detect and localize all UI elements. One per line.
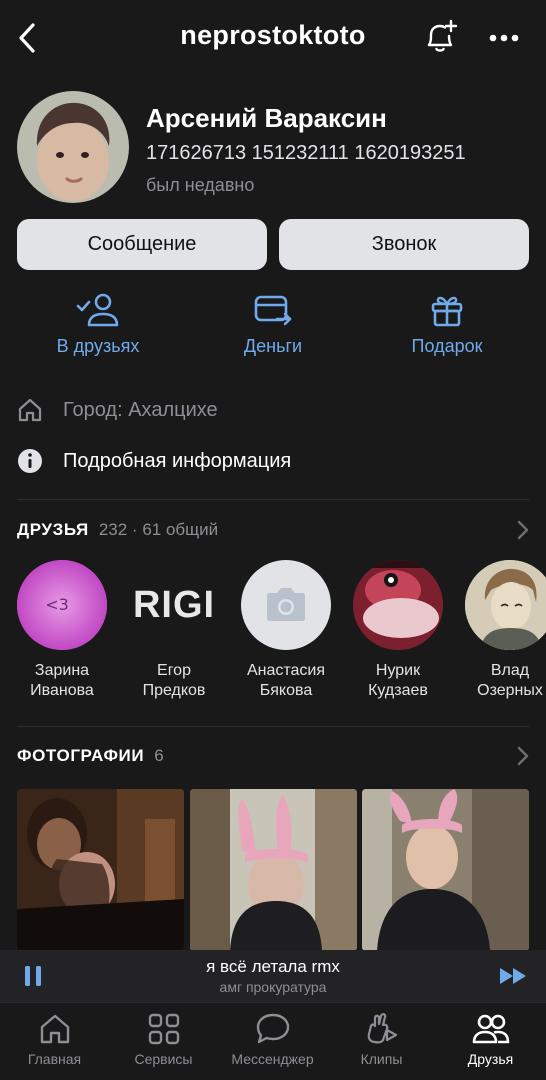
friend-item[interactable]: Влад Озерных xyxy=(454,560,546,701)
divider xyxy=(17,499,529,500)
friends-status-action[interactable]: В друзьях xyxy=(18,290,178,360)
fast-forward-icon xyxy=(500,968,526,984)
photo-thumbnail[interactable] xyxy=(190,789,357,951)
tab-messenger-label: Мессенджер xyxy=(231,1051,314,1067)
message-bubble-icon xyxy=(256,1013,289,1044)
friends-section-header[interactable]: ДРУЗЬЯ 232 · 61 общий xyxy=(17,518,529,542)
bell-plus-icon xyxy=(427,19,458,52)
friend-first-name: Нурик xyxy=(375,662,421,679)
friends-section-title: ДРУЗЬЯ xyxy=(17,520,89,539)
avatar-text: RIGI xyxy=(133,584,215,626)
friend-first-name: Зарина xyxy=(34,662,90,679)
avatar-text: <3 xyxy=(45,595,69,614)
profile-username: neprostoktoto xyxy=(180,20,366,50)
friend-avatar: RIGI xyxy=(129,560,219,650)
friend-name: Зарина Иванова xyxy=(6,661,118,701)
city-text: Город: Ахалцихе xyxy=(63,398,218,421)
friends-status-label: В друзьях xyxy=(56,336,140,356)
call-button[interactable]: Звонок xyxy=(279,219,529,270)
more-button[interactable] xyxy=(484,18,524,58)
song-title: я всё летала rmx xyxy=(206,957,340,976)
user-check-icon xyxy=(76,293,119,327)
camera-icon xyxy=(267,588,305,621)
home-icon xyxy=(18,398,42,422)
money-label: Деньги xyxy=(243,336,303,356)
photos-section-header[interactable]: ФОТОГРАФИИ 6 xyxy=(17,744,529,768)
users-icon xyxy=(472,1014,509,1044)
tab-services-label: Сервисы xyxy=(134,1051,193,1067)
city-row: Город: Ахалцихе xyxy=(17,395,218,425)
audio-player[interactable]: я всё летала rmx амг прокуратура xyxy=(0,950,546,1002)
friend-last-name: Кудзаев xyxy=(368,682,428,699)
avatar-photo xyxy=(17,91,129,203)
grid-icon xyxy=(148,1013,179,1045)
friends-count: 232 · 61 общий xyxy=(98,520,219,539)
tab-home[interactable]: Главная xyxy=(0,1011,109,1067)
tab-services[interactable]: Сервисы xyxy=(109,1011,218,1067)
friend-item[interactable]: Анастасия Бякова xyxy=(230,560,342,701)
gift-action[interactable]: Подарок xyxy=(367,290,527,360)
friend-last-name: Предков xyxy=(142,682,206,699)
money-action[interactable]: Деньги xyxy=(193,290,353,360)
quick-actions: В друзьях Деньги Подарок xyxy=(0,290,546,360)
tab-friends[interactable]: Друзья xyxy=(436,1011,545,1067)
friend-first-name: Анастасия xyxy=(246,662,326,679)
money-transfer-icon xyxy=(254,295,292,326)
last-seen: был недавно xyxy=(146,175,255,195)
next-track-button[interactable] xyxy=(498,964,530,988)
more-horizontal-icon xyxy=(489,34,519,42)
friend-last-name: Бякова xyxy=(259,682,313,699)
tab-home-label: Главная xyxy=(27,1051,82,1067)
friend-item[interactable]: Нурик Кудзаев xyxy=(342,560,454,701)
profile-header: Арсений Вараксин 171626713 151232111 162… xyxy=(0,90,546,208)
friend-name: Анастасия Бякова xyxy=(230,661,342,701)
chevron-right-icon xyxy=(517,746,529,766)
gift-label: Подарок xyxy=(411,336,483,356)
avatar[interactable] xyxy=(17,91,129,203)
clips-icon xyxy=(367,1013,397,1044)
details-text: Подробная информация xyxy=(63,449,292,472)
tab-bar: Главная Сервисы Мессенджер Клипы Друзья xyxy=(0,1002,546,1080)
photos-count: 6 xyxy=(154,746,164,765)
photo-thumbnail[interactable] xyxy=(362,789,529,951)
friend-avatar: <3 xyxy=(17,560,107,650)
message-button[interactable]: Сообщение xyxy=(17,219,267,270)
friend-first-name: Егор xyxy=(157,662,191,679)
tab-messenger[interactable]: Мессенджер xyxy=(218,1011,327,1067)
tab-clips-label: Клипы xyxy=(360,1051,403,1067)
profile-name: Арсений Вараксин xyxy=(146,103,387,133)
gift-icon xyxy=(431,296,463,327)
photo-thumbnail[interactable] xyxy=(17,789,184,951)
profile-status: 171626713 151232111 1620193251 xyxy=(146,142,466,164)
friend-avatar xyxy=(465,560,546,650)
divider xyxy=(17,726,529,727)
friend-last-name: Озерных xyxy=(477,682,543,699)
friend-item[interactable]: RIGI Егор Предков xyxy=(118,560,230,701)
friend-avatar xyxy=(353,560,443,650)
friends-list: <3 Зарина Иванова RIGI Егор Предков Анас… xyxy=(0,560,546,705)
friend-name: Нурик Кудзаев xyxy=(342,661,454,701)
tab-clips[interactable]: Клипы xyxy=(327,1011,436,1067)
top-bar: neprostoktoto xyxy=(0,0,546,76)
subscribe-notifications-button[interactable] xyxy=(420,18,460,58)
tab-friends-label: Друзья xyxy=(467,1051,514,1067)
friend-item[interactable]: <3 Зарина Иванова xyxy=(6,560,118,701)
song-artist: амг прокуратура xyxy=(219,979,327,995)
friend-name: Егор Предков xyxy=(118,661,230,701)
home-icon xyxy=(40,1014,69,1044)
info-icon xyxy=(18,449,42,473)
details-row[interactable]: Подробная информация xyxy=(17,446,291,476)
chevron-right-icon xyxy=(517,520,529,540)
photos-grid xyxy=(0,789,546,951)
friend-last-name: Иванова xyxy=(30,682,94,699)
friend-name: Влад Озерных xyxy=(454,661,546,701)
friend-first-name: Влад xyxy=(490,662,530,679)
photos-section-title: ФОТОГРАФИИ xyxy=(17,746,145,765)
friend-avatar xyxy=(241,560,331,650)
